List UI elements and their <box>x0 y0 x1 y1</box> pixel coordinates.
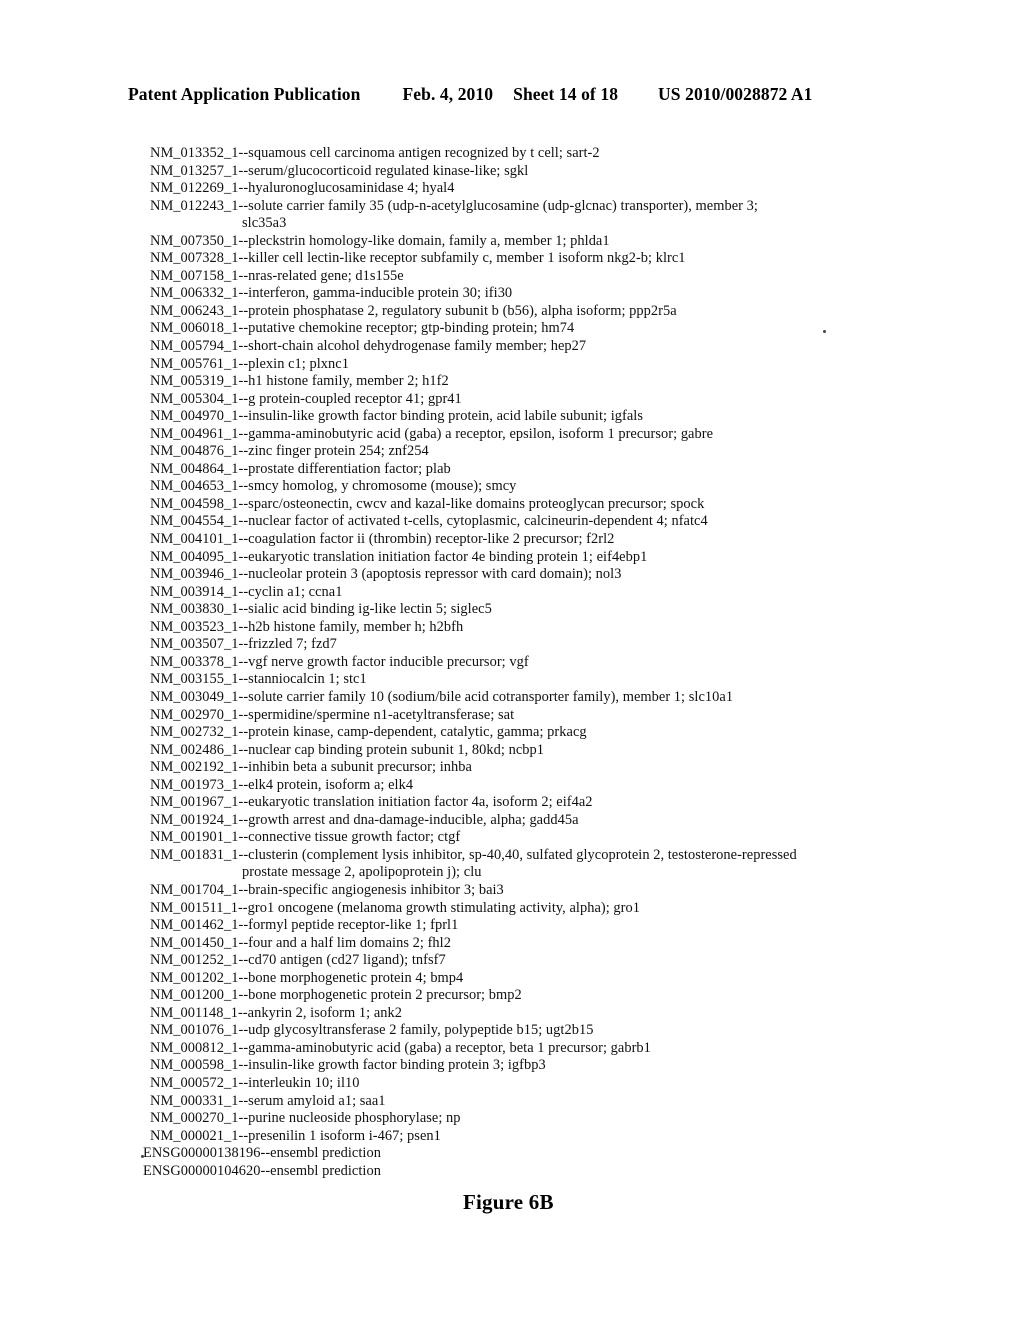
gene-list-item: NM_003830_1--sialic acid binding ig-like… <box>150 601 492 618</box>
gene-list-item: NM_001200_1--bone morphogenetic protein … <box>150 987 522 1004</box>
gene-list-item: NM_013257_1--serum/glucocorticoid regula… <box>150 162 529 179</box>
gene-list-item: NM_003378_1--vgf nerve growth factor ind… <box>150 653 529 670</box>
gene-list-item: NM_003049_1--solute carrier family 10 (s… <box>150 688 734 705</box>
gene-list-item: NM_000021_1--presenilin 1 isoform i-467;… <box>150 1127 441 1144</box>
gene-list-item: NM_012269_1--hyaluronoglucosaminidase 4;… <box>150 180 455 197</box>
gene-accession-list: NM_013352_1--squamous cell carcinoma ant… <box>143 145 910 1180</box>
gene-list-item: NM_000812_1--gamma-aminobutyric acid (ga… <box>150 1039 651 1056</box>
gene-list-item: NM_000331_1--serum amyloid a1; saa1 <box>150 1092 386 1109</box>
gene-list-item: NM_004653_1--smcy homolog, y chromosome … <box>150 478 517 495</box>
gene-list-item: NM_003507_1--frizzled 7; fzd7 <box>150 636 337 653</box>
gene-list-item: NM_006018_1--putative chemokine receptor… <box>150 320 575 337</box>
gene-list-item: NM_001076_1--udp glycosyltransferase 2 f… <box>150 1022 594 1039</box>
gene-list-item: NM_007350_1--pleckstrin homology-like do… <box>150 232 610 249</box>
gene-list-item: NM_001148_1--ankyrin 2, isoform 1; ank2 <box>150 1004 403 1021</box>
gene-list-item: NM_001511_1--gro1 oncogene (melanoma gro… <box>150 899 641 916</box>
gene-list-item: NM_001924_1--growth arrest and dna-damag… <box>150 811 579 828</box>
gene-list-item: NM_000270_1--purine nucleoside phosphory… <box>150 1110 461 1127</box>
gene-list-item: NM_005761_1--plexin c1; plxnc1 <box>150 355 349 372</box>
gene-list-item: NM_001831_1--clusterin (complement lysis… <box>150 846 797 863</box>
gene-list-item-continuation: slc35a3 <box>242 215 287 232</box>
gene-list-item: NM_001462_1--formyl peptide receptor-lik… <box>150 917 459 934</box>
gene-list-item: NM_004961_1--gamma-aminobutyric acid (ga… <box>150 425 714 442</box>
figure-caption: Figure 6B <box>463 1190 554 1214</box>
gene-list-item: NM_004598_1--sparc/osteonectin, cwcv and… <box>150 495 705 512</box>
gene-list-item: NM_002486_1--nuclear cap binding protein… <box>150 741 545 758</box>
gene-list-item: NM_012243_1--solute carrier family 35 (u… <box>150 197 758 214</box>
header-publication-date: Feb. 4, 2010 <box>402 84 494 104</box>
gene-list-item: NM_004970_1--insulin-like growth factor … <box>150 408 643 425</box>
gene-list-item: NM_004864_1--prostate differentiation fa… <box>150 460 451 477</box>
gene-list-item: NM_001967_1--eukaryotic translation init… <box>150 794 593 811</box>
gene-list-item: NM_004101_1--coagulation factor ii (thro… <box>150 531 615 548</box>
gene-list-item: NM_005794_1--short-chain alcohol dehydro… <box>150 338 587 355</box>
gene-list-item: NM_006332_1--interferon, gamma-inducible… <box>150 285 513 302</box>
gene-list-item: NM_004095_1--eukaryotic translation init… <box>150 548 648 565</box>
gene-list-item: NM_003914_1--cyclin a1; ccna1 <box>150 583 343 600</box>
gene-list-item: NM_000572_1--interleukin 10; il10 <box>150 1074 360 1091</box>
gene-list-item: ENSG00000104620--ensembl prediction <box>143 1162 381 1179</box>
gene-list-item: NM_007328_1--killer cell lectin-like rec… <box>150 250 686 267</box>
gene-list-item: NM_007158_1--nras-related gene; d1s155e <box>150 267 404 284</box>
gene-list-item: NM_002732_1--protein kinase, camp-depend… <box>150 724 587 741</box>
gene-list-item: NM_003946_1--nucleolar protein 3 (apopto… <box>150 566 622 583</box>
gene-list-item-continuation: prostate message 2, apolipoprotein j); c… <box>242 864 482 881</box>
gene-list-item: NM_004876_1--zinc finger protein 254; zn… <box>150 443 429 460</box>
gene-list-item: NM_002192_1--inhibin beta a subunit prec… <box>150 759 472 776</box>
gene-list-item: NM_001252_1--cd70 antigen (cd27 ligand);… <box>150 952 446 969</box>
patent-page: Patent Application Publication Feb. 4, 2… <box>0 0 1024 1320</box>
gene-list-item: NM_013352_1--squamous cell carcinoma ant… <box>150 145 600 161</box>
scan-speck-icon <box>141 1155 144 1158</box>
gene-list-item: NM_001901_1--connective tissue growth fa… <box>150 829 461 846</box>
page-header: Patent Application Publication Feb. 4, 2… <box>128 84 918 110</box>
header-sheet-number: Sheet 14 of 18 <box>513 84 619 104</box>
gene-list-item: ENSG00000138196--ensembl prediction <box>143 1145 381 1162</box>
gene-list-item: NM_005319_1--h1 histone family, member 2… <box>150 373 449 390</box>
gene-list-item: NM_003523_1--h2b histone family, member … <box>150 618 464 635</box>
gene-list-item: NM_006243_1--protein phosphatase 2, regu… <box>150 302 677 319</box>
header-publication-title: Patent Application Publication <box>128 84 361 104</box>
gene-list-item: NM_001973_1--elk4 protein, isoform a; el… <box>150 776 414 793</box>
gene-list-item: NM_004554_1--nuclear factor of activated… <box>150 513 708 530</box>
gene-list-item: NM_001450_1--four and a half lim domains… <box>150 934 451 951</box>
gene-list-item: NM_001202_1--bone morphogenetic protein … <box>150 969 464 986</box>
scan-speck-icon <box>823 330 826 333</box>
header-document-number: US 2010/0028872 A1 <box>658 84 813 104</box>
gene-list-item: NM_000598_1--insulin-like growth factor … <box>150 1057 546 1074</box>
gene-list-item: NM_001704_1--brain-specific angiogenesis… <box>150 881 504 898</box>
gene-list-item: NM_005304_1--g protein-coupled receptor … <box>150 390 462 407</box>
gene-list-item: NM_002970_1--spermidine/spermine n1-acet… <box>150 706 515 723</box>
gene-list-item: NM_003155_1--stanniocalcin 1; stc1 <box>150 671 367 688</box>
